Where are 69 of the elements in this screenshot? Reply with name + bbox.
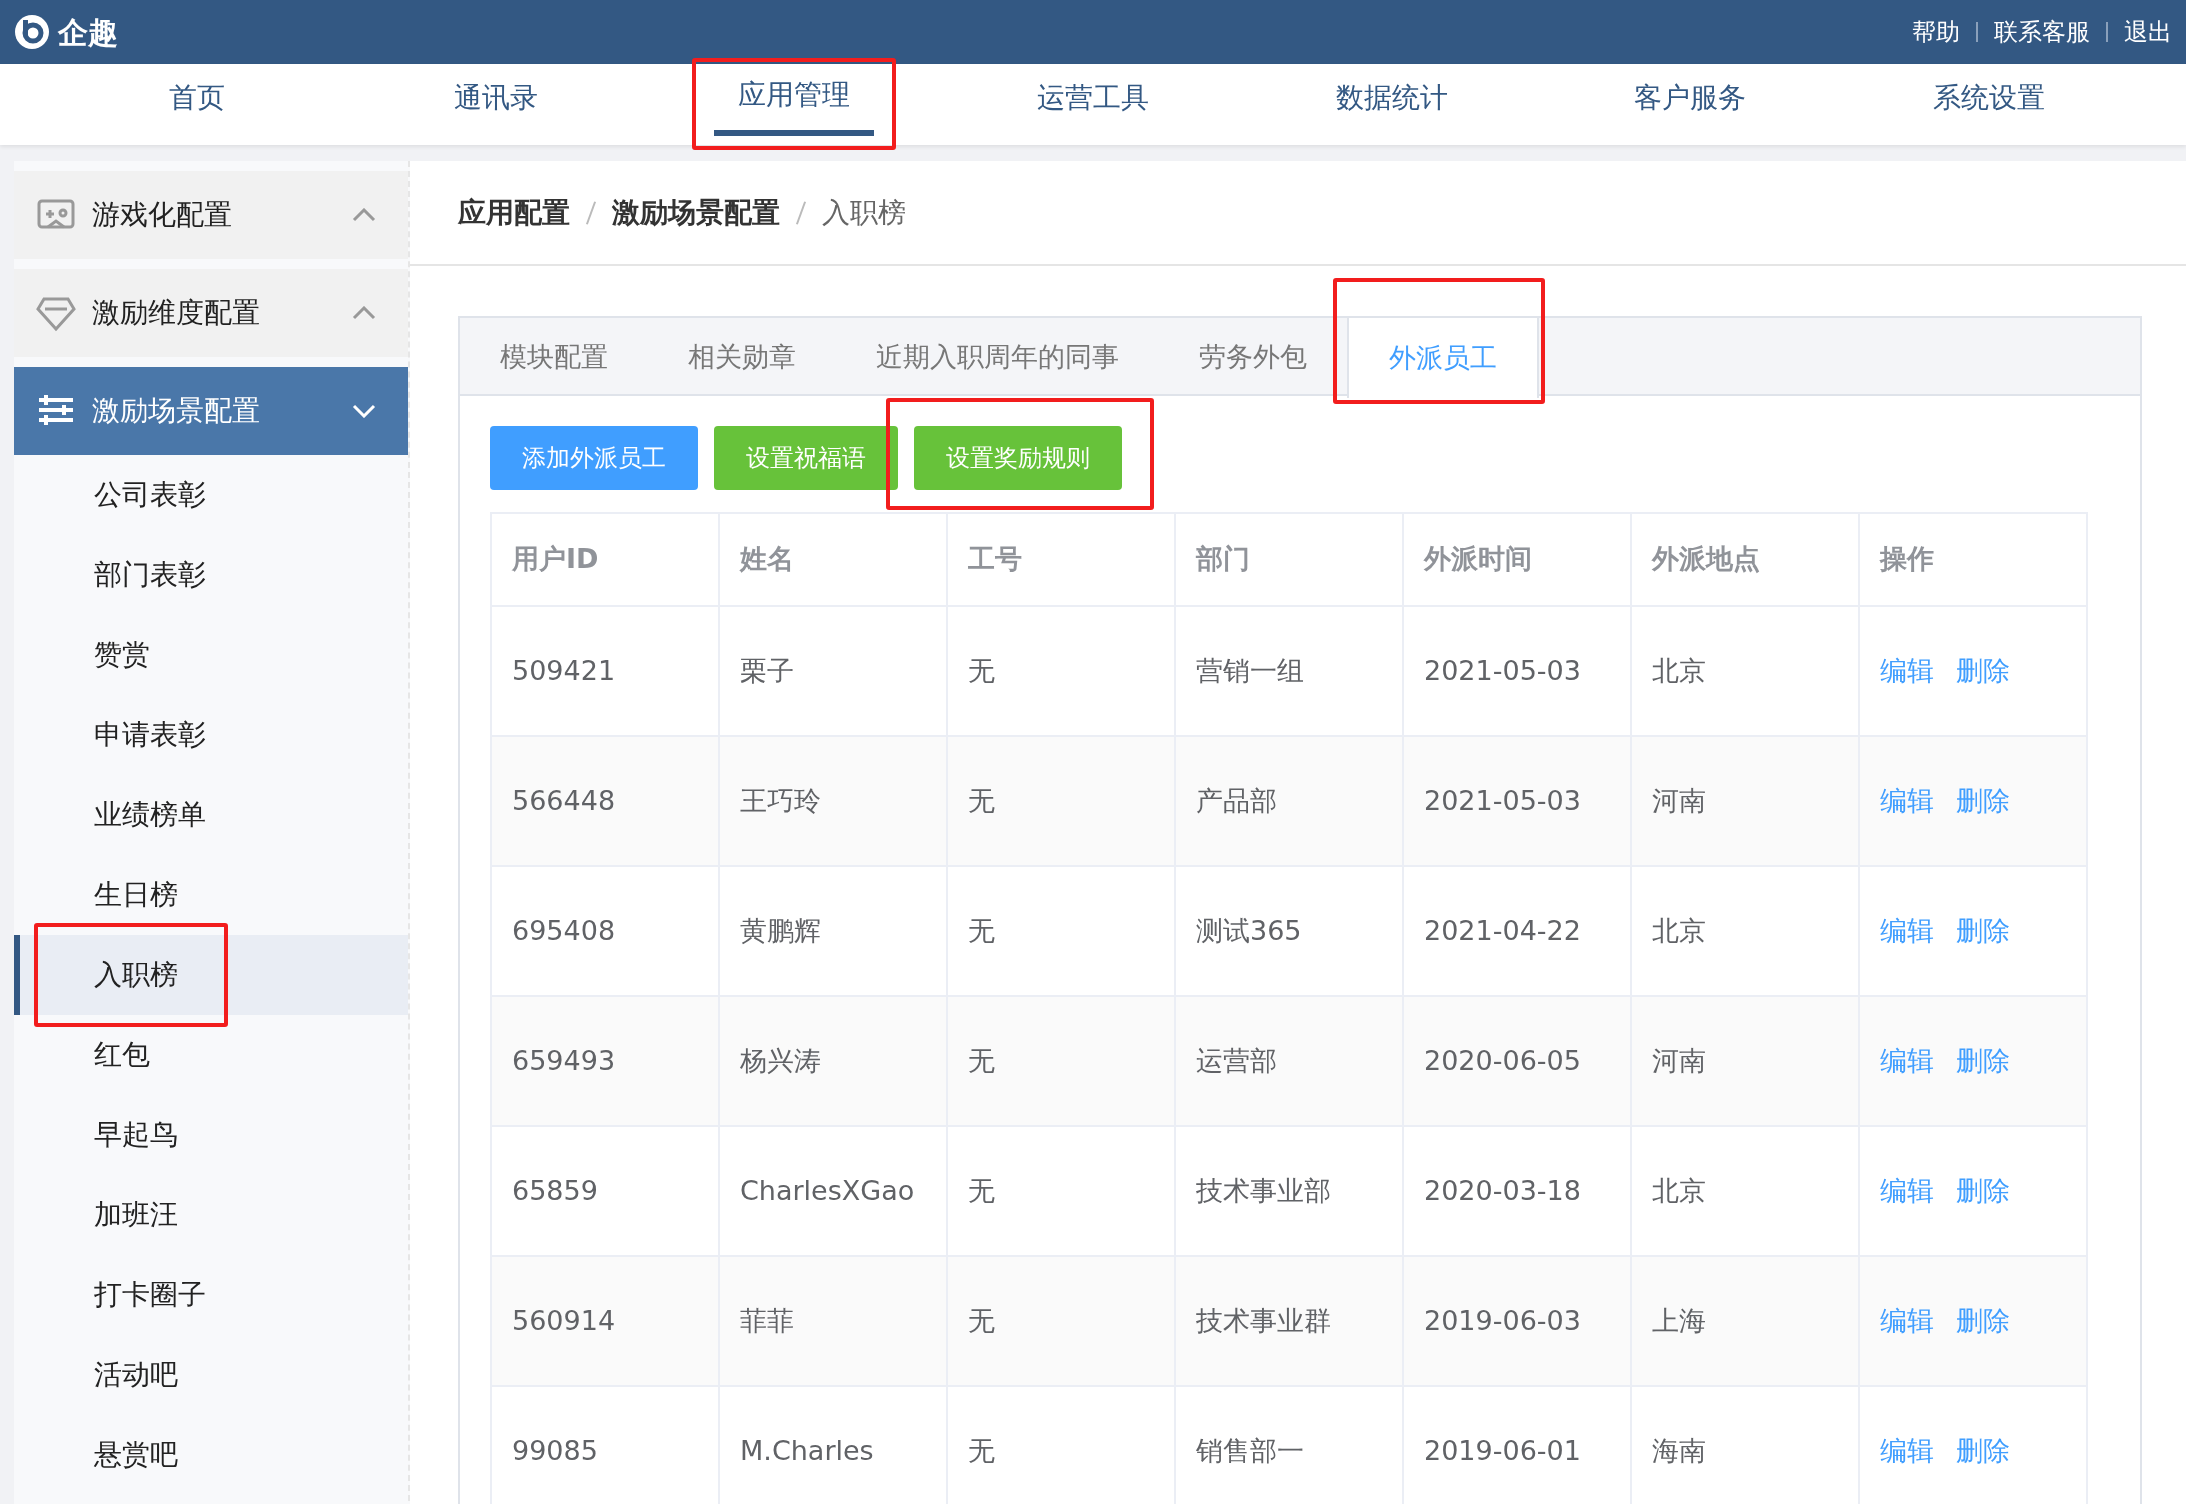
breadcrumb-separator bbox=[585, 200, 597, 225]
column-header: 工号 bbox=[947, 513, 1175, 606]
nav-tab[interactable]: 系统设置 bbox=[1908, 76, 2069, 133]
column-header: 部门 bbox=[1175, 513, 1403, 606]
group-label: 激励维度配置 bbox=[92, 295, 260, 331]
tab[interactable]: 相关勋章 bbox=[648, 318, 836, 396]
table-cell: 2020-06-05 bbox=[1403, 996, 1631, 1126]
nav-tab[interactable]: 客户服务 bbox=[1610, 76, 1771, 133]
sidebar-group[interactable]: 激励维度配置 bbox=[14, 269, 408, 357]
table-cell: 659493 bbox=[491, 996, 719, 1126]
table-cell: 无 bbox=[947, 1256, 1175, 1386]
nav-tab[interactable]: 应用管理 bbox=[714, 73, 875, 136]
header-link[interactable]: 退出 bbox=[2124, 14, 2172, 50]
logo-icon bbox=[14, 14, 50, 50]
breadcrumb-link[interactable]: 激励场景配置 bbox=[612, 191, 780, 234]
tab[interactable]: 模块配置 bbox=[460, 318, 648, 396]
table-cell: 99085 bbox=[491, 1386, 719, 1504]
header-link[interactable]: 联系客服 bbox=[1994, 14, 2090, 50]
sidebar-item[interactable]: 早起鸟 bbox=[14, 1095, 408, 1175]
table-cell: 技术事业群 bbox=[1175, 1256, 1403, 1386]
table-cell: 无 bbox=[947, 736, 1175, 866]
table-cell: 河南 bbox=[1631, 736, 1859, 866]
sidebar-item[interactable]: 公司表彰 bbox=[14, 455, 408, 535]
nav-tab[interactable]: 数据统计 bbox=[1311, 76, 1472, 133]
sidebar-item[interactable]: 打卡圈子 bbox=[14, 1255, 408, 1335]
sidebar-item[interactable]: 加班汪 bbox=[14, 1175, 408, 1255]
column-header: 用户ID bbox=[491, 513, 719, 606]
sidebar-item[interactable]: 申请表彰 bbox=[14, 695, 408, 775]
table-cell: 无 bbox=[947, 996, 1175, 1126]
column-header: 外派时间 bbox=[1403, 513, 1631, 606]
sidebar-item[interactable]: 业绩榜单 bbox=[14, 775, 408, 855]
sidebar-item[interactable]: 生日榜 bbox=[14, 855, 408, 935]
table-cell: 河南 bbox=[1631, 996, 1859, 1126]
brand-name: 企趣 bbox=[58, 13, 118, 52]
chevron-icon bbox=[352, 208, 376, 222]
breadcrumb-current: 入职榜 bbox=[822, 194, 906, 231]
table-cell: 上海 bbox=[1631, 1256, 1859, 1386]
sidebar-item[interactable]: 活动吧 bbox=[14, 1335, 408, 1415]
table-cell: 566448 bbox=[491, 736, 719, 866]
table-cell: 560914 bbox=[491, 1256, 719, 1386]
breadcrumb-separator bbox=[795, 200, 807, 225]
table-cell: 杨兴涛 bbox=[719, 996, 947, 1126]
nav-tab[interactable]: 运营工具 bbox=[1013, 76, 1173, 133]
column-header: 操作 bbox=[1859, 513, 2087, 606]
header-link[interactable]: 帮助 bbox=[1912, 14, 1960, 50]
table-cell: 运营部 bbox=[1175, 996, 1403, 1126]
sidebar-item[interactable]: 入职榜 bbox=[14, 935, 408, 1015]
table-cell: 王巧玲 bbox=[719, 736, 947, 866]
table-cell: 产品部 bbox=[1175, 736, 1403, 866]
table-cell: 菲菲 bbox=[719, 1256, 947, 1386]
column-header: 姓名 bbox=[719, 513, 947, 606]
sidebar-group[interactable]: 游戏化配置 bbox=[14, 171, 408, 259]
chevron-icon bbox=[352, 306, 376, 320]
table-cell: 2019-06-03 bbox=[1403, 1256, 1631, 1386]
sidebar-item[interactable]: 赞赏 bbox=[14, 615, 408, 695]
table-cell: 2021-05-03 bbox=[1403, 736, 1631, 866]
group-label: 激励场景配置 bbox=[92, 393, 260, 429]
sidebar-item[interactable]: 悬赏吧 bbox=[14, 1415, 408, 1495]
sidebar-item[interactable]: 红包 bbox=[14, 1015, 408, 1095]
tab[interactable]: 劳务外包 bbox=[1159, 318, 1347, 396]
tab[interactable]: 近期入职周年的同事 bbox=[836, 318, 1159, 396]
group-label: 游戏化配置 bbox=[92, 197, 232, 233]
nav-tab[interactable]: 通讯录 bbox=[429, 76, 562, 133]
sidebar-item[interactable]: 部门表彰 bbox=[14, 535, 408, 615]
chevron-icon bbox=[352, 404, 376, 418]
sidebar-group[interactable]: 激励场景配置 bbox=[14, 367, 408, 455]
column-header: 外派地点 bbox=[1631, 513, 1859, 606]
nav-tab[interactable]: 首页 bbox=[145, 76, 250, 133]
breadcrumb-link[interactable]: 应用配置 bbox=[458, 191, 570, 234]
